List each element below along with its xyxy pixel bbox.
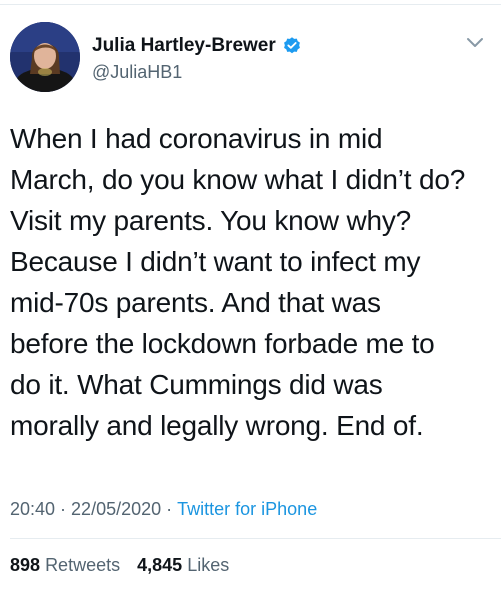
likes-stat[interactable]: 4,845 Likes — [137, 555, 229, 575]
tweet-meta: 20:40 · 22/05/2020 · Twitter for iPhone — [10, 499, 317, 520]
likes-count: 4,845 — [137, 555, 183, 575]
chevron-down-icon[interactable] — [465, 36, 485, 50]
tweet-line: before the lockdown forbade me to — [10, 328, 435, 359]
top-divider — [0, 4, 501, 5]
engagement-stats: 898 Retweets 4,845 Likes — [10, 555, 241, 576]
tweet-body: When I had coronavirus in mid March, do … — [10, 118, 494, 446]
stats-divider — [10, 538, 501, 539]
meta-separator: · — [60, 499, 67, 519]
display-name-row: Julia Hartley-Brewer — [92, 34, 302, 58]
avatar[interactable] — [10, 22, 80, 92]
display-name[interactable]: Julia Hartley-Brewer — [92, 35, 276, 57]
tweet-line: do it. What Cummings did was — [10, 369, 383, 400]
tweet-line: When I had coronavirus in mid — [10, 123, 383, 154]
tweet-line: March, do you know what I didn’t do? — [10, 164, 466, 195]
meta-separator: · — [166, 499, 173, 519]
tweet-date[interactable]: 22/05/2020 — [71, 499, 161, 519]
tweet-time[interactable]: 20:40 — [10, 499, 55, 519]
retweets-count: 898 — [10, 555, 41, 575]
retweets-label: Retweets — [45, 555, 121, 575]
tweet-source-link[interactable]: Twitter for iPhone — [177, 499, 317, 519]
user-handle[interactable]: @JuliaHB1 — [92, 62, 302, 83]
tweet-line: Because I didn’t want to infect my — [10, 246, 421, 277]
avatar-photo-icon — [10, 22, 80, 92]
tweet-line: mid-70s parents. And that was — [10, 287, 381, 318]
retweets-stat[interactable]: 898 Retweets — [10, 555, 120, 575]
tweet-line: morally and legally wrong. End of. — [10, 410, 424, 441]
author-identity[interactable]: Julia Hartley-Brewer @JuliaHB1 — [92, 34, 302, 83]
verified-badge-icon — [282, 36, 302, 56]
tweet-line: Visit my parents. You know why? — [10, 205, 412, 236]
likes-label: Likes — [187, 555, 230, 575]
tweet-header: Julia Hartley-Brewer @JuliaHB1 — [10, 22, 491, 94]
